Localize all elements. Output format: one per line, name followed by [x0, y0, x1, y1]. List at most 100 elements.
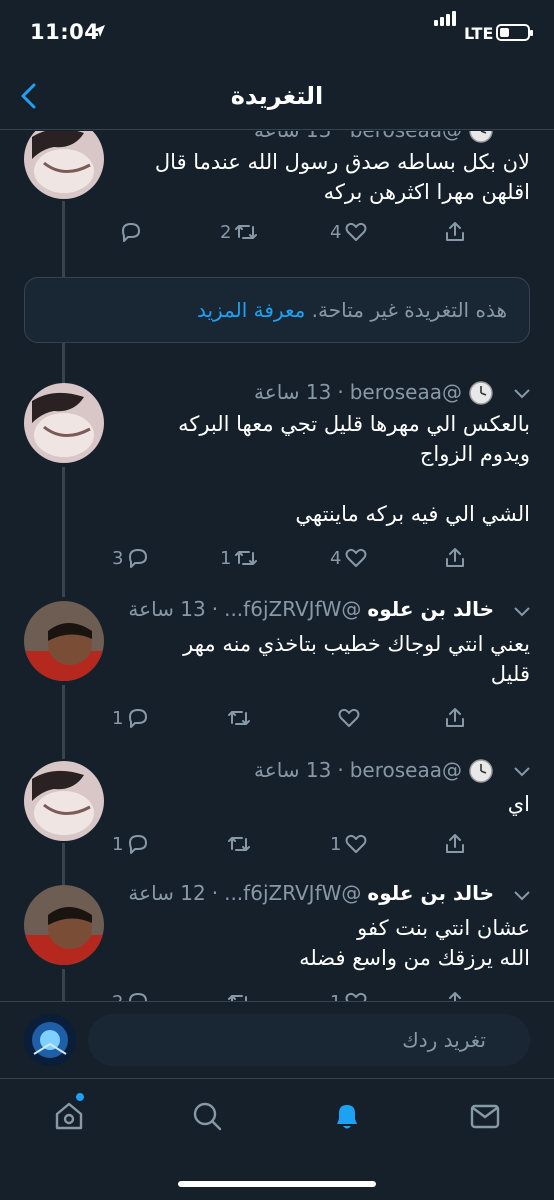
share-button[interactable] — [442, 703, 468, 733]
page-title: التغريدة — [230, 82, 324, 110]
reply-button[interactable]: 3 — [112, 543, 151, 573]
reply-button[interactable]: 2 — [112, 987, 151, 1001]
search-icon[interactable] — [190, 1099, 224, 1133]
retweet-count: 2 — [220, 221, 232, 243]
share-button[interactable] — [442, 217, 468, 247]
clock-emoji-icon — [468, 757, 494, 783]
reply-button[interactable]: 1 — [112, 703, 151, 733]
tweet-text: بالعكس الي مهرها قليل تجي معها البركه وي… — [178, 412, 530, 526]
status-bar: 11:04 LTE — [0, 0, 554, 64]
avatar[interactable] — [24, 383, 104, 463]
tweet-time: 13 ساعة — [254, 758, 332, 782]
tweet-actions: 1 1 — [112, 829, 478, 859]
retweet-count: 1 — [220, 547, 232, 569]
retweet-icon — [235, 225, 258, 239]
reply-icon — [122, 223, 140, 242]
reply-button[interactable] — [118, 217, 146, 247]
retweet-button[interactable]: 2 — [220, 217, 259, 247]
like-count: 1 — [330, 833, 342, 855]
status-time: 11:04 — [30, 20, 100, 44]
unavailable-tweet-card: هذه التغريدة غير متاحة. معرفة المزيد — [24, 277, 530, 343]
like-button[interactable]: 1 — [330, 987, 369, 1001]
heart-icon — [345, 548, 367, 567]
tweet-time: 13 ساعة — [254, 380, 332, 404]
caret-down-icon[interactable] — [512, 765, 532, 779]
clock-emoji-icon — [468, 131, 494, 143]
tweet-meta: @beroseaa · 13 ساعة — [254, 379, 494, 405]
tweet-meta: خالد بن علوه @f6jZRVJfW... · 12 ساعة — [128, 881, 494, 905]
heart-icon — [345, 222, 367, 241]
retweet-button[interactable]: 1 — [220, 543, 259, 573]
header: التغريدة — [0, 64, 554, 130]
share-button[interactable] — [442, 987, 468, 1001]
tweet-handle[interactable]: @beroseaa — [350, 758, 462, 782]
home-icon[interactable] — [52, 1099, 86, 1133]
tweet-handle[interactable]: @f6jZRVJfW... — [224, 881, 361, 905]
user-avatar[interactable] — [24, 1014, 76, 1066]
reply-count: 1 — [112, 833, 124, 855]
tweet-meta: @beroseaa · 13 ساعة — [254, 757, 494, 783]
tweet[interactable]: خالد بن علوه @f6jZRVJfW... · 12 ساعة عشا… — [0, 881, 554, 1001]
tweet-text: اي — [507, 792, 530, 816]
heart-icon — [338, 708, 360, 727]
reply-count: 2 — [112, 992, 123, 1002]
share-icon — [446, 548, 464, 567]
tweet[interactable]: @beroseaa · 13 ساعة اي 1 1 — [0, 757, 554, 887]
notifications-icon[interactable] — [330, 1099, 364, 1133]
reply-input[interactable]: تغريد ردك — [88, 1014, 530, 1066]
avatar[interactable] — [24, 885, 104, 965]
tweet[interactable]: @beroseaa · 13 ساعة لان بكل بساطه صدق رس… — [0, 131, 554, 277]
tweet-handle[interactable]: @beroseaa — [350, 131, 462, 142]
tweet-thread[interactable]: @beroseaa · 13 ساعة لان بكل بساطه صدق رس… — [0, 131, 554, 1001]
avatar[interactable] — [24, 601, 104, 681]
tweet-text: عشان انتي بنت كفو الله يرزقك من واسع فضل… — [299, 916, 530, 970]
reply-button[interactable]: 1 — [112, 829, 151, 859]
reply-count: 1 — [112, 707, 124, 729]
reply-icon — [129, 549, 148, 568]
messages-icon[interactable] — [468, 1099, 502, 1133]
retweet-button[interactable] — [226, 987, 252, 1001]
tweet[interactable]: خالد بن علوه @f6jZRVJfW... · 13 ساعة يعن… — [0, 597, 554, 757]
reply-bar: تغريد ردك — [0, 1001, 554, 1078]
tweet[interactable]: @beroseaa · 13 ساعة بالعكس الي مهرها قلي… — [0, 379, 554, 599]
retweet-icon — [235, 551, 258, 565]
like-button[interactable]: 4 — [330, 217, 369, 247]
caret-down-icon[interactable] — [512, 605, 532, 619]
caret-down-icon[interactable] — [512, 889, 532, 903]
caret-down-icon[interactable] — [512, 387, 532, 401]
like-button[interactable] — [336, 703, 362, 733]
thread-line — [62, 343, 65, 383]
share-icon — [449, 992, 461, 1001]
share-button[interactable] — [442, 829, 468, 859]
heart-icon — [345, 834, 367, 853]
tweet-author-name[interactable]: خالد بن علوه — [367, 597, 494, 621]
like-button[interactable]: 1 — [330, 829, 369, 859]
share-icon — [446, 834, 464, 853]
retweet-icon — [228, 995, 247, 1001]
share-icon — [446, 222, 464, 241]
tweet-author-name[interactable]: خالد بن علوه — [367, 881, 494, 905]
tweet-handle[interactable]: @f6jZRVJfW... — [224, 597, 361, 621]
clock-emoji-icon — [468, 379, 494, 405]
tweet-time: 12 ساعة — [128, 881, 206, 905]
tweet-text: لان بكل بساطه صدق رسول الله عندما قال اق… — [154, 150, 530, 204]
tweet-handle[interactable]: @beroseaa — [350, 380, 462, 404]
reply-icon — [129, 709, 148, 728]
tweet-actions: 1 — [112, 703, 478, 733]
unavailable-text: هذه التغريدة غير متاحة. — [311, 298, 507, 322]
reply-icon — [129, 835, 148, 854]
avatar[interactable] — [24, 761, 104, 841]
avatar[interactable] — [24, 131, 104, 199]
retweet-button[interactable] — [226, 703, 252, 733]
share-button[interactable] — [442, 543, 468, 573]
tweet-time: 13 ساعة — [254, 131, 331, 142]
reply-icon — [129, 993, 148, 1001]
notification-dot — [76, 1093, 84, 1101]
learn-more-link[interactable]: معرفة المزيد — [197, 298, 305, 322]
retweet-icon — [228, 711, 250, 725]
reply-count: 3 — [112, 547, 124, 569]
like-button[interactable]: 4 — [330, 543, 369, 573]
tweet-meta: خالد بن علوه @f6jZRVJfW... · 13 ساعة — [128, 597, 494, 621]
share-icon — [446, 708, 464, 727]
retweet-button[interactable] — [226, 829, 252, 859]
